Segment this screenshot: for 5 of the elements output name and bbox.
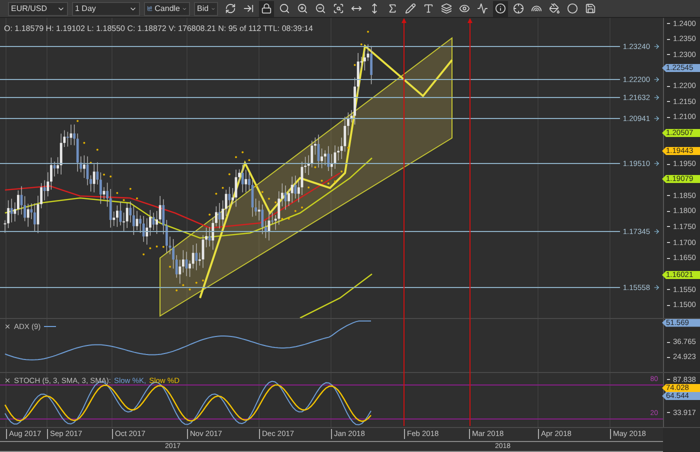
ohlc-info-text: O: 1.18579 H: 1.19102 L: 1.18550 C: 1.18872 V: 176808.21 N: 95 of 112 TTL: 08:39:14 — [4, 24, 313, 33]
dropdown[interactable]: EUR/USD — [8, 2, 68, 16]
dropdown[interactable]: Candle — [144, 2, 190, 16]
dropdown[interactable]: 1 Day — [72, 2, 140, 16]
dropdown[interactable]: Bid — [194, 2, 218, 16]
